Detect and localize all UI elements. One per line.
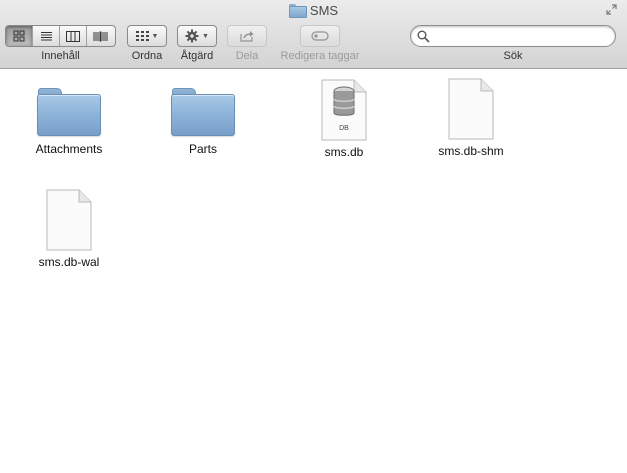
- file-icon-view: Attachments Parts DB sms.db sms.db-shm s…: [0, 70, 627, 473]
- file-name: sms.db: [324, 145, 364, 159]
- gear-icon: [185, 29, 199, 43]
- file-name: Parts: [188, 142, 217, 156]
- coverflow-view-button[interactable]: [87, 26, 114, 46]
- file-item-parts[interactable]: Parts: [148, 86, 258, 156]
- file-name: sms.db-shm: [438, 144, 504, 158]
- coverflow-view-icon: [93, 31, 108, 41]
- view-mode-control: [5, 25, 116, 47]
- search-icon: [417, 30, 430, 43]
- finder-toolbar: SMS Innehåll ▼ Ordna ▼ Åtgärd Dela Redig…: [0, 0, 627, 69]
- folder-icon: [37, 86, 101, 138]
- window-title: SMS: [0, 2, 627, 18]
- tag-icon: [311, 31, 329, 41]
- view-label: Innehåll: [41, 50, 80, 62]
- edit-tags-label: Redigera taggar: [280, 50, 360, 62]
- chevron-down-icon: ▼: [151, 32, 159, 40]
- icon-view-button[interactable]: [6, 26, 33, 46]
- file-item-sms-db-wal[interactable]: sms.db-wal: [14, 189, 124, 269]
- action-label: Åtgärd: [180, 50, 214, 62]
- search-input[interactable]: [435, 28, 611, 44]
- folder-icon: [288, 4, 307, 18]
- search-field[interactable]: [410, 25, 616, 47]
- share-button[interactable]: [227, 25, 267, 47]
- icon-view-icon: [13, 30, 25, 42]
- arrange-icon: [135, 31, 149, 41]
- list-view-button[interactable]: [33, 26, 60, 46]
- list-view-icon: [40, 31, 52, 41]
- folder-icon: [171, 86, 235, 138]
- file-item-attachments[interactable]: Attachments: [14, 86, 124, 156]
- file-name: sms.db-wal: [38, 255, 100, 269]
- fullscreen-icon[interactable]: [606, 4, 617, 15]
- action-button[interactable]: ▼: [177, 25, 217, 47]
- file-name: Attachments: [35, 142, 103, 156]
- blank-document-icon: [447, 78, 495, 140]
- search-label: Sök: [503, 50, 523, 62]
- window-title-text: SMS: [309, 2, 339, 18]
- chevron-down-icon: ▼: [202, 32, 209, 40]
- share-icon: [239, 31, 253, 42]
- edit-tags-button[interactable]: [300, 25, 340, 47]
- column-view-button[interactable]: [60, 26, 87, 46]
- database-document-icon: DB: [320, 79, 368, 141]
- share-label: Dela: [235, 50, 259, 62]
- arrange-button[interactable]: ▼: [127, 25, 167, 47]
- arrange-label: Ordna: [131, 50, 163, 62]
- column-view-icon: [66, 30, 80, 42]
- blank-document-icon: [45, 189, 93, 251]
- file-item-sms-db[interactable]: DB sms.db: [289, 79, 399, 159]
- db-badge: DB: [339, 125, 349, 132]
- file-item-sms-db-shm[interactable]: sms.db-shm: [416, 78, 526, 158]
